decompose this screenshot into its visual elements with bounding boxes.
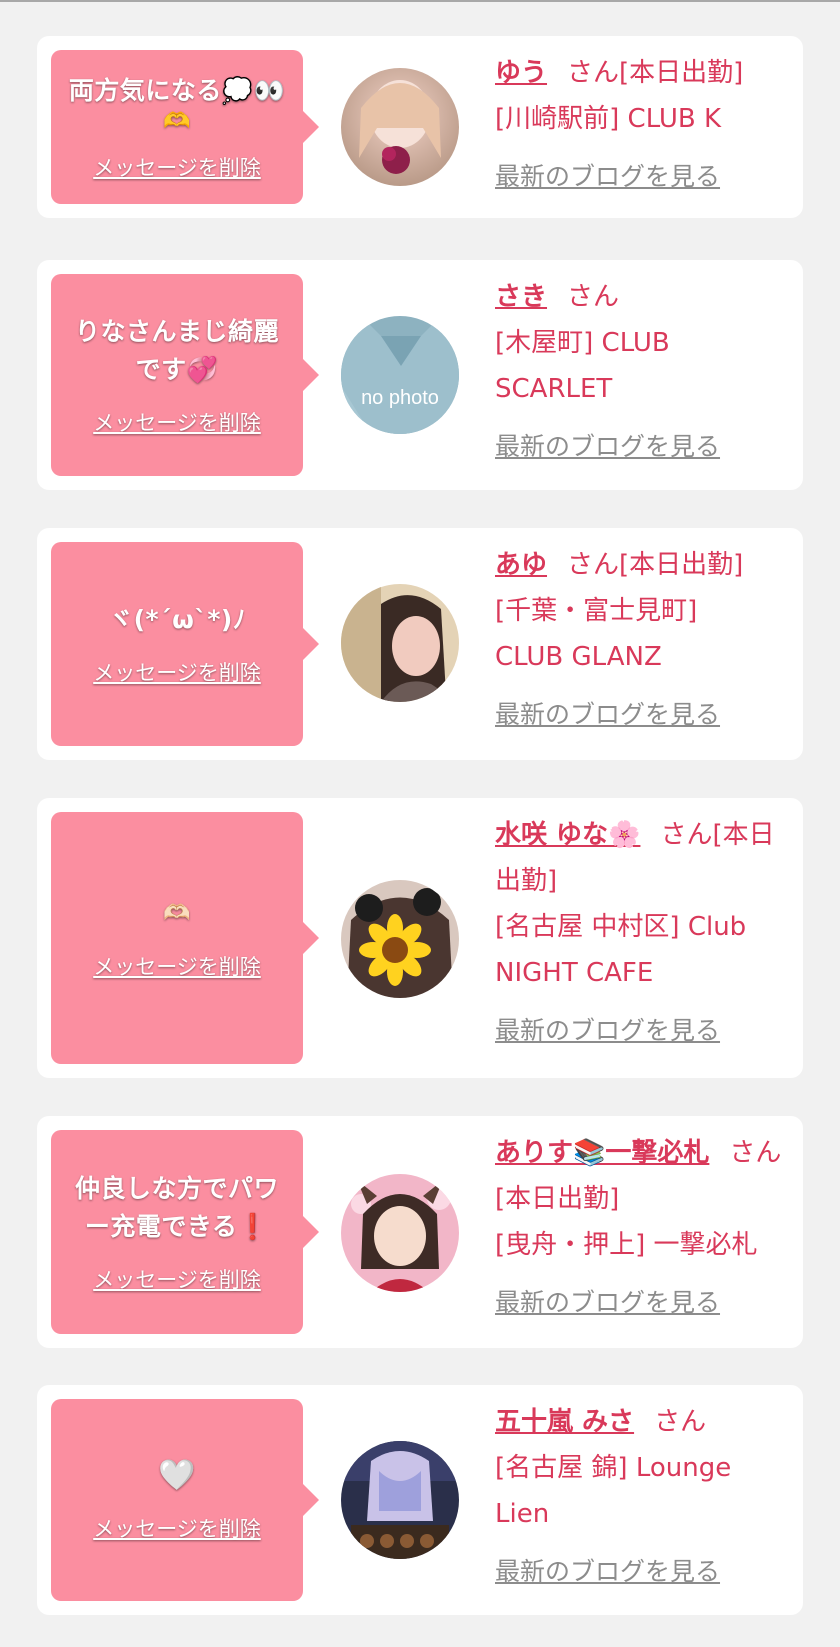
honorific: さん: [660, 820, 713, 850]
message-bubble: りなさんまじ綺麗です💞 メッセージを削除: [51, 274, 319, 476]
message-card-1: 両方気になる💭👀 🫶 メッセージを削除 ゆう さん[本日出勤] [川崎駅前] CL…: [37, 36, 803, 218]
host-info: 五十嵐 みさ さん [名古屋 錦] Lounge Lien 最新のブログを見る: [495, 1399, 787, 1595]
host-info: ゆう さん[本日出勤] [川崎駅前] CLUB K 最新のブログを見る: [495, 50, 787, 200]
delete-message-link[interactable]: メッセージを削除: [93, 657, 261, 687]
message-text: 🤍: [158, 1458, 196, 1493]
avatar[interactable]: [341, 68, 459, 186]
delete-message-link[interactable]: メッセージを削除: [93, 407, 261, 437]
message-card-6: 🤍 メッセージを削除 五十嵐 みさ さん [名古屋 錦] Lounge Lien …: [37, 1385, 803, 1615]
message-text: 両方気になる💭👀: [68, 76, 286, 105]
honorific: さん: [654, 1407, 707, 1437]
latest-blog-link[interactable]: 最新のブログを見る: [495, 1549, 787, 1595]
avatar[interactable]: no photo: [341, 316, 459, 434]
delete-message-link[interactable]: メッセージを削除: [93, 951, 261, 981]
host-name-link[interactable]: ありす📚一撃必札: [495, 1138, 709, 1168]
message-text: 仲良しな方でパワー充電できる❗️: [74, 1174, 279, 1241]
shop-text: [木屋町] CLUB SCARLET: [495, 328, 670, 404]
status-text: [本日出勤]: [619, 550, 744, 580]
latest-blog-link[interactable]: 最新のブログを見る: [495, 424, 787, 470]
avatar[interactable]: [341, 1441, 459, 1559]
message-bubble: 両方気になる💭👀 🫶 メッセージを削除: [51, 50, 319, 204]
shop-text: [曳舟・押上] 一撃必札: [495, 1230, 758, 1260]
shop-text: [川崎駅前] CLUB K: [495, 104, 722, 134]
delete-message-link[interactable]: メッセージを削除: [93, 1513, 261, 1543]
host-info: さき さん [木屋町] CLUB SCARLET 最新のブログを見る: [495, 274, 787, 470]
latest-blog-link[interactable]: 最新のブログを見る: [495, 154, 787, 200]
avatar[interactable]: [341, 880, 459, 998]
host-info: あゆ さん[本日出勤] [千葉・富士見町] CLUB GLANZ 最新のブログを見…: [495, 542, 787, 738]
message-card-3: ヾ(*´ω`*)ﾉ メッセージを削除 あゆ さん[本日出勤] [千葉・富士見町] …: [37, 528, 803, 760]
status-text: [本日出勤]: [619, 58, 744, 88]
message-bubble: 🫶🏻 メッセージを削除: [51, 812, 319, 1064]
no-photo-label: no photo: [361, 387, 439, 409]
delete-message-link[interactable]: メッセージを削除: [93, 152, 261, 182]
avatar[interactable]: [341, 584, 459, 702]
latest-blog-link[interactable]: 最新のブログを見る: [495, 1008, 787, 1054]
host-info: ありす📚一撃必札 さん [本日出勤] [曳舟・押上] 一撃必札 最新のブログを見る: [495, 1130, 787, 1326]
message-emoji: 🫶: [163, 109, 191, 134]
message-text: りなさんまじ綺麗です💞: [74, 317, 279, 384]
host-name-link[interactable]: 五十嵐 みさ: [495, 1407, 634, 1437]
host-info: 水咲 ゆな🌸 さん[本日出勤] [名古屋 中村区] Club NIGHT CAFE…: [495, 812, 787, 1054]
host-name-link[interactable]: あゆ: [495, 550, 547, 580]
host-name-link[interactable]: さき: [495, 282, 547, 312]
host-name-link[interactable]: 水咲 ゆな🌸: [495, 820, 640, 850]
honorific: さん: [567, 550, 620, 580]
delete-message-link[interactable]: メッセージを削除: [93, 1264, 261, 1294]
message-card-5: 仲良しな方でパワー充電できる❗️ メッセージを削除 ありす📚一撃必札 さん [本日出…: [37, 1116, 803, 1348]
honorific: さん: [567, 282, 620, 312]
status-text: [本日出勤]: [495, 1184, 620, 1214]
honorific: さん: [567, 58, 620, 88]
message-text: ヾ(*´ω`*)ﾉ: [108, 605, 246, 634]
message-card-4: 🫶🏻 メッセージを削除 水咲 ゆな🌸 さん[本日出勤] [名古屋 中村区] Cl…: [37, 798, 803, 1078]
message-text: 🫶🏻: [163, 901, 191, 926]
shop-text: [千葉・富士見町] CLUB GLANZ: [495, 596, 698, 672]
avatar[interactable]: [341, 1174, 459, 1292]
message-bubble: 🤍 メッセージを削除: [51, 1399, 319, 1601]
latest-blog-link[interactable]: 最新のブログを見る: [495, 1280, 787, 1326]
shop-text: [名古屋 錦] Lounge Lien: [495, 1453, 732, 1529]
shop-text: [名古屋 中村区] Club NIGHT CAFE: [495, 912, 747, 988]
message-bubble: ヾ(*´ω`*)ﾉ メッセージを削除: [51, 542, 319, 746]
latest-blog-link[interactable]: 最新のブログを見る: [495, 692, 787, 738]
host-name-link[interactable]: ゆう: [495, 58, 547, 88]
message-card-2: りなさんまじ綺麗です💞 メッセージを削除 no photo さき さん [木屋町]…: [37, 260, 803, 490]
honorific: さん: [729, 1138, 782, 1168]
message-bubble: 仲良しな方でパワー充電できる❗️ メッセージを削除: [51, 1130, 319, 1334]
top-divider: [0, 0, 840, 2]
